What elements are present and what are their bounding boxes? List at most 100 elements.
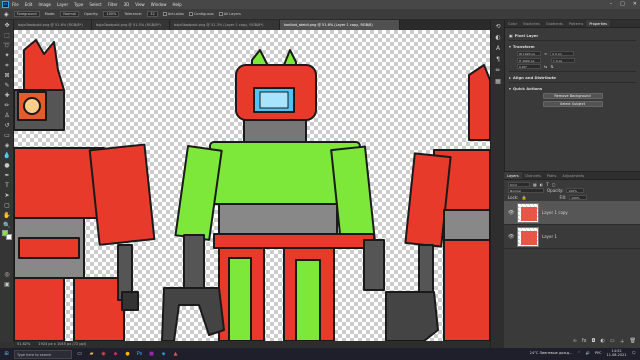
filter-shape-icon[interactable]: ▢ [552,182,556,187]
tab-swatches[interactable]: Swatches [520,20,543,27]
screen-mode-icon[interactable]: ▣ [2,280,12,289]
type-tool-icon[interactable]: T [2,181,12,190]
minimize-icon[interactable]: – [610,1,613,7]
eye-icon[interactable]: 👁 [508,210,514,216]
all-layers-checkbox[interactable]: All Layers [218,12,241,16]
marquee-tool-icon[interactable]: ⬚ [2,31,12,40]
volume-icon[interactable]: 🔊 [585,351,589,355]
task-view-icon[interactable]: ▭ [75,350,84,359]
menu-view[interactable]: View [135,2,145,7]
windows-start-icon[interactable]: ⊞ [2,350,11,359]
tab-channels[interactable]: Channels [522,172,544,179]
healing-tool-icon[interactable]: ✚ [2,91,12,100]
history-icon[interactable]: ⟲ [493,21,503,31]
layer-name[interactable]: Layer 1 [542,234,557,239]
new-layer-icon[interactable]: ＋ [620,338,625,345]
photoshop-taskbar-icon[interactable]: Ps [135,350,144,359]
group-icon[interactable]: ▭ [610,338,615,344]
app-icon[interactable]: ● [123,350,132,359]
app-icon[interactable]: ◆ [111,350,120,359]
tab-properties[interactable]: Properties [586,20,611,27]
width-field[interactable]: W 1920 px [517,51,541,56]
adjustments-icon[interactable]: ◐ [493,32,503,42]
close-icon[interactable]: ✕ [633,1,637,7]
remove-background-button[interactable]: Remove Background [542,93,603,99]
adjustment-layer-icon[interactable]: ◐ [601,338,605,344]
quick-actions-heading[interactable]: ▾ Quick Actions [509,86,636,91]
blur-tool-icon[interactable]: 💧 [2,151,12,160]
opacity-input[interactable]: 100% [103,11,120,17]
layer-opacity-input[interactable]: 100% [566,188,585,193]
fx-icon[interactable]: fx [582,338,587,344]
menu-filter[interactable]: Filter [108,2,118,7]
doc-tab[interactable]: bojo0badpsbl.png @ 51.3% (Layer 1 copy, … [170,20,280,30]
notifications-icon[interactable]: 🗨 [632,351,636,355]
file-explorer-icon[interactable]: ▰ [87,350,96,359]
app-icon[interactable]: ■ [147,350,156,359]
fill-source-select[interactable]: Foreground [13,11,40,17]
menu-select[interactable]: Select [89,2,101,7]
mask-icon[interactable]: ◘ [592,338,596,344]
doc-tab[interactable]: bojo0badpsbl.png @ 51.5% (RGB/8*) [92,20,170,30]
tab-patterns[interactable]: Patterns [566,20,586,27]
mode-select[interactable]: Normal [60,11,79,17]
tab-paths[interactable]: Paths [544,172,560,179]
libraries-icon[interactable]: ▦ [493,76,503,86]
history-brush-icon[interactable]: ↺ [2,121,12,130]
clock[interactable]: 14:52 11.08.2021 [607,349,627,357]
flip-vertical-icon[interactable]: ⇅ [550,64,553,69]
menu-window[interactable]: Window [151,2,167,7]
menu-type[interactable]: Type [74,2,83,7]
contiguous-checkbox[interactable]: Contiguous [188,12,214,16]
menu-file[interactable]: File [12,2,19,7]
y-field[interactable]: Y 0 px [551,57,575,63]
eraser-tool-icon[interactable]: ▭ [2,131,12,140]
crop-tool-icon[interactable]: ⌗ [2,61,12,70]
trash-icon[interactable]: 🗑 [630,338,636,344]
shape-tool-icon[interactable]: ▢ [2,201,12,210]
maximize-icon[interactable]: □ [620,1,625,7]
chevron-up-icon[interactable]: ⌃ [578,351,581,355]
hand-tool-icon[interactable]: ✋ [2,211,12,220]
blend-mode-select[interactable]: Normal [508,188,544,193]
paint-bucket-icon[interactable]: ◈ [4,11,9,18]
align-heading[interactable]: ▸ Align and Distribute [509,75,636,80]
chrome-icon[interactable]: ◉ [99,350,108,359]
quick-mask-icon[interactable]: ◎ [2,270,12,279]
antialias-checkbox[interactable]: Anti-alias [162,12,184,16]
layer-row[interactable]: 👁 Layer 1 [504,225,640,249]
doc-tab[interactable]: bojo0badpsbl.png @ 51.6% (RGB/8*) [14,20,92,30]
flip-horizontal-icon[interactable]: ⇆ [544,64,547,69]
angle-field[interactable]: 0.00° [517,64,541,69]
zoom-level[interactable]: 51.62% [17,341,30,348]
path-select-icon[interactable]: ➤ [2,191,12,200]
brushes-icon[interactable]: ✏ [493,65,503,75]
app-icon[interactable]: ◈ [159,350,168,359]
background-color-swatch[interactable] [6,234,12,240]
layer-name[interactable]: Layer 1 copy [542,210,568,215]
link-layers-icon[interactable]: ∞ [573,338,577,344]
eyedropper-tool-icon[interactable]: ✎ [2,81,12,90]
transform-heading[interactable]: ▾ Transform [509,44,636,49]
menu-help[interactable]: Help [172,2,181,7]
pen-tool-icon[interactable]: ✒ [2,171,12,180]
weather-widget[interactable]: 24°C Ливневые дожд… [530,351,573,355]
tab-layers[interactable]: Layers [504,172,522,179]
app-icon[interactable]: ▲ [171,350,180,359]
tab-adjustments[interactable]: Adjustments [559,172,587,179]
select-subject-button[interactable]: Select Subject [542,101,603,107]
doc-tab-active[interactable]: konlbot_ateidi.png @ 51.6% (Layer 1 copy… [280,20,400,30]
lock-icon[interactable]: 🔒 [521,195,526,200]
tolerance-input[interactable]: 32 [147,11,158,17]
menu-image[interactable]: Image [38,2,51,7]
fill-input[interactable]: 100% [569,194,588,200]
tab-gradients[interactable]: Gradients [543,20,566,27]
menu-edit[interactable]: Edit [25,2,33,7]
menu-layer[interactable]: Layer [57,2,68,7]
layer-row-selected[interactable]: 👁 Layer 1 copy [504,201,640,225]
magic-wand-tool-icon[interactable]: ✦ [2,51,12,60]
x-field[interactable]: X 0 px [550,51,575,56]
document-canvas[interactable] [14,30,490,341]
tab-color[interactable]: Color [505,20,520,27]
filter-type-icon[interactable]: T [546,182,548,187]
